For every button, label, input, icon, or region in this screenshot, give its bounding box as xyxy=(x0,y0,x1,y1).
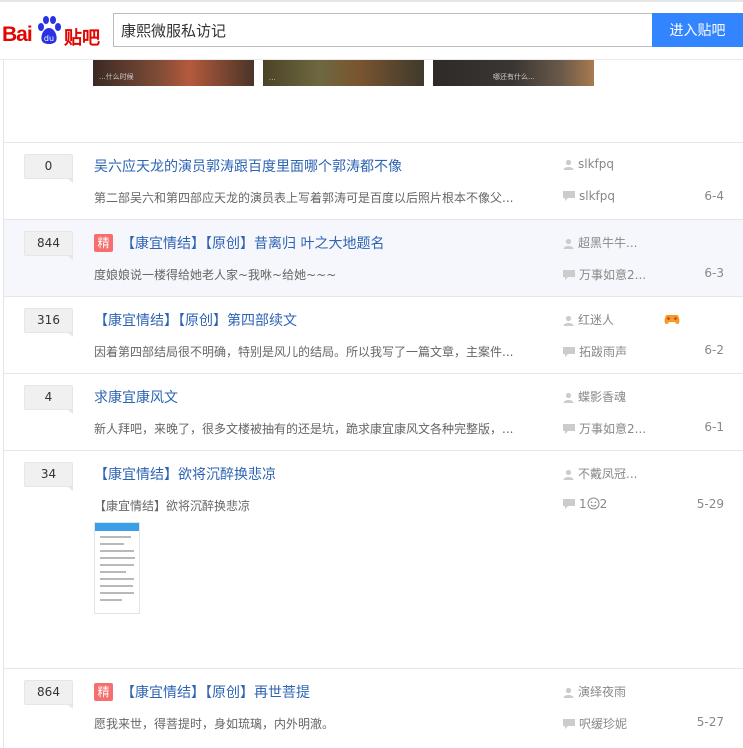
reply-count: 34 xyxy=(24,462,73,491)
header: Bai du 贴吧 进入贴吧 xyxy=(0,2,743,60)
last-reply-user[interactable]: 万事如意2... xyxy=(563,266,646,283)
thread-row[interactable]: 844 精【康宜情结】【原创】昔离归 叶之大地题名 度娘娘说一楼得给她老人家~我… xyxy=(4,219,743,296)
last-reply-user[interactable]: 万事如意2... xyxy=(563,420,646,437)
last-reply-user[interactable]: slkfpq xyxy=(563,189,615,203)
thread-row[interactable]: 34 【康宜情结】欲将沉醉换悲凉 【康宜情结】欲将沉醉换悲凉 不戴凤冠... 1… xyxy=(4,450,743,668)
thread-title[interactable]: 吴六应天龙的演员郭涛跟百度里面哪个郭涛都不像 xyxy=(94,156,402,176)
thread-row[interactable]: 316 【康宜情结】【原创】第四部续文 因着第四部结局很不明确，特别是风儿的结局… xyxy=(4,296,743,373)
thread-author[interactable]: 红迷人 xyxy=(563,311,614,328)
reply-date: 6-4 xyxy=(704,189,724,203)
last-reply-user[interactable]: 呎缓珍妮 xyxy=(563,715,627,732)
reply-count: 864 xyxy=(24,680,73,709)
thread-thumbnail[interactable]: 哪还有什么... xyxy=(433,60,594,86)
paw-icon: du xyxy=(38,16,61,44)
thread-title[interactable]: 精【康宜情结】【原创】昔离归 叶之大地题名 xyxy=(94,233,384,253)
reply-date: 5-29 xyxy=(696,497,724,511)
thread-author[interactable]: 蝶影香魂 xyxy=(563,388,626,405)
thread-title[interactable]: 求康宜康风文 xyxy=(94,387,178,407)
thread-author[interactable]: 超黑牛牛... xyxy=(563,234,637,251)
reply-date: 6-3 xyxy=(704,266,724,280)
reply-count: 844 xyxy=(24,231,73,260)
reply-count: 4 xyxy=(24,385,73,414)
thread-thumbnail[interactable]: ...什么时候 xyxy=(93,60,254,86)
thread-thumbnail[interactable]: ... xyxy=(263,60,424,86)
user-icon xyxy=(563,238,574,249)
comment-icon xyxy=(563,270,575,280)
user-icon xyxy=(563,315,574,326)
thread-image-attachment[interactable] xyxy=(94,522,140,614)
thread-abstract: 第二部吴六和第四部应天龙的演员表上写着郭涛可是百度以后照片根本不像父... xyxy=(94,191,514,205)
baidu-tieba-logo[interactable]: Bai du 贴吧 xyxy=(0,14,110,49)
reply-date: 5-27 xyxy=(696,715,724,729)
thread-row[interactable]: 0 吴六应天龙的演员郭涛跟百度里面哪个郭涛都不像 第二部吴六和第四部应天龙的演员… xyxy=(4,142,743,219)
reply-date: 6-1 xyxy=(704,420,724,434)
thread-abstract: 因着第四部结局很不明确，特别是风儿的结局。所以我写了一篇文章，主案件... xyxy=(94,345,514,359)
comment-icon xyxy=(563,191,575,201)
last-reply-user[interactable]: 12 xyxy=(563,497,607,511)
user-icon xyxy=(563,469,574,480)
logo-tieba-text: 贴吧 xyxy=(64,28,100,49)
thread-author[interactable]: 不戴凤冠... xyxy=(563,465,637,482)
comment-icon xyxy=(563,347,575,357)
thread-abstract: 新人拜吧，来晚了，很多文楼被抽有的还是坑，跪求康宜康风文各种完整版，... xyxy=(94,422,514,436)
thread-list: ...什么时候 ... 哪还有什么... 0 吴六应天龙的演员郭涛跟百度里面哪个… xyxy=(3,60,743,748)
thread-title[interactable]: 精【康宜情结】【原创】再世菩提 xyxy=(94,682,310,702)
thread-author[interactable]: 演绎夜雨 xyxy=(563,683,626,700)
user-icon xyxy=(563,392,574,403)
game-controller-icon xyxy=(664,315,680,325)
thread-row[interactable]: 4 求康宜康风文 新人拜吧，来晚了，很多文楼被抽有的还是坑，跪求康宜康风文各种完… xyxy=(4,373,743,450)
thread-abstract: 度娘娘说一楼得给她老人家~我咻~给她~~~ xyxy=(94,268,337,282)
thread-title[interactable]: 【康宜情结】欲将沉醉换悲凉 xyxy=(94,464,276,484)
comment-icon xyxy=(563,424,575,434)
user-icon xyxy=(563,687,574,698)
thread-abstract: 【康宜情结】欲将沉醉换悲凉 xyxy=(94,499,251,513)
featured-badge: 精 xyxy=(94,234,113,252)
comment-icon xyxy=(563,719,575,729)
enter-tieba-button[interactable]: 进入贴吧 xyxy=(652,13,743,47)
thread-author[interactable]: slkfpq xyxy=(563,157,614,171)
comment-icon xyxy=(563,499,575,509)
search-input[interactable] xyxy=(114,14,653,46)
thread-abstract: 愿我来世，得菩提时，身如琉璃，内外明澈。 xyxy=(94,717,335,731)
logo-bai-text: Bai xyxy=(2,23,33,46)
svg-text:du: du xyxy=(44,34,54,43)
last-reply-user[interactable]: 拓跋雨声 xyxy=(563,343,627,360)
thread-title[interactable]: 【康宜情结】【原创】第四部续文 xyxy=(94,310,297,330)
featured-badge: 精 xyxy=(94,683,113,701)
reply-date: 6-2 xyxy=(704,343,724,357)
search-box xyxy=(113,13,653,47)
reply-count: 0 xyxy=(24,154,73,183)
thread-row[interactable]: 864 精【康宜情结】【原创】再世菩提 愿我来世，得菩提时，身如琉璃，内外明澈。… xyxy=(4,668,743,748)
reply-count: 316 xyxy=(24,308,73,337)
smiley-icon xyxy=(587,497,600,510)
user-icon xyxy=(563,159,574,170)
